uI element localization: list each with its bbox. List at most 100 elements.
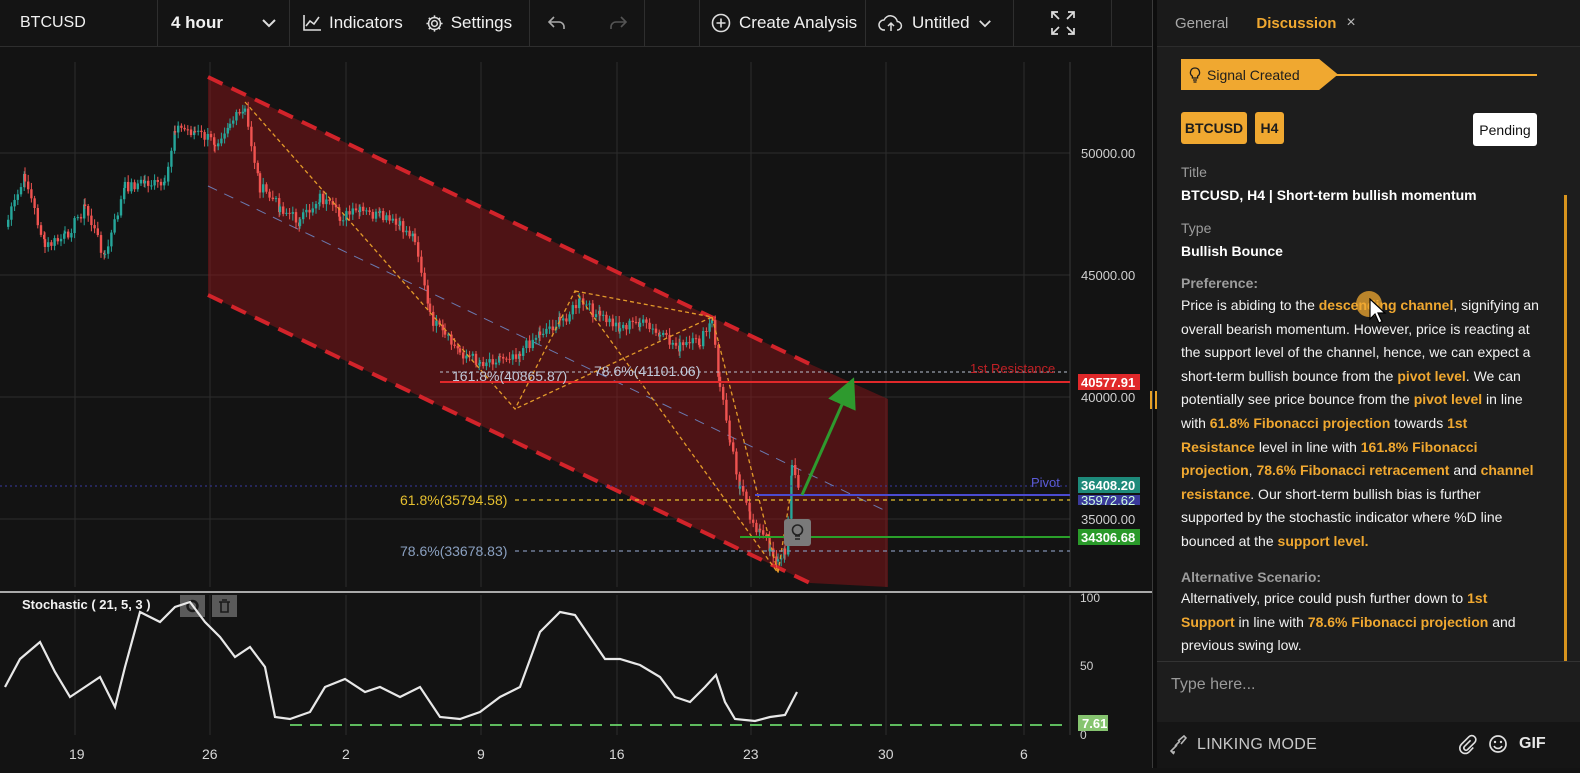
message-input[interactable] bbox=[1169, 670, 1553, 700]
content-scrollbar[interactable] bbox=[1564, 195, 1567, 661]
candle-body bbox=[348, 211, 351, 215]
candle-body bbox=[123, 181, 127, 189]
candle-body bbox=[241, 111, 244, 114]
candle-body bbox=[19, 187, 23, 195]
signal-marker[interactable] bbox=[784, 519, 811, 546]
candle-body bbox=[742, 485, 745, 492]
candle-body bbox=[150, 185, 153, 187]
candle-body bbox=[130, 182, 133, 192]
candle-body bbox=[428, 303, 432, 312]
candle-body bbox=[694, 338, 698, 340]
discussion-content[interactable]: Signal Created BTCUSD H4 Pending Title B… bbox=[1157, 47, 1568, 661]
candle-body bbox=[762, 530, 765, 535]
candle-body bbox=[776, 559, 780, 562]
price-chart[interactable]: 161.8%(40865.87) 78.6%(41101.06) 61.8%(3… bbox=[0, 47, 1152, 768]
candle-body bbox=[33, 198, 36, 209]
candle-body bbox=[642, 319, 645, 323]
paperclip-icon[interactable] bbox=[1458, 734, 1478, 756]
pivot-label: Pivot bbox=[1031, 475, 1060, 490]
stochastic-tick: 100 bbox=[1080, 591, 1100, 605]
candle-body bbox=[518, 353, 522, 356]
candle-body bbox=[545, 328, 548, 334]
candle-body bbox=[382, 211, 385, 221]
gif-button[interactable]: GIF bbox=[1519, 735, 1546, 753]
fib-161-label: 161.8%(40865.87) bbox=[452, 368, 567, 384]
discussion-panel: General Discussion × Signal Created BTCU… bbox=[1157, 0, 1580, 768]
candle-body bbox=[79, 217, 83, 219]
close-icon[interactable]: × bbox=[1346, 14, 1355, 32]
candle-body bbox=[7, 219, 10, 227]
settings-button[interactable]: Settings bbox=[425, 13, 512, 33]
resize-handle-icon[interactable] bbox=[1150, 391, 1157, 409]
candle-body bbox=[478, 361, 482, 364]
candle-body bbox=[39, 225, 43, 235]
untitled-layout-dropdown[interactable]: Untitled bbox=[866, 0, 1014, 46]
signal-banner-line bbox=[1327, 74, 1537, 76]
candle-body bbox=[602, 314, 605, 316]
candle-body bbox=[662, 332, 665, 335]
alternative-scenario-label: Alternative Scenario: bbox=[1181, 569, 1322, 585]
candle-body bbox=[177, 125, 180, 133]
candle-body bbox=[634, 321, 638, 323]
candle-body bbox=[625, 324, 628, 330]
candle-body bbox=[611, 318, 614, 327]
candle-body bbox=[722, 386, 725, 400]
stochastic-delete-button[interactable] bbox=[212, 595, 237, 617]
candle-body bbox=[133, 182, 136, 190]
tab-general[interactable]: General bbox=[1175, 15, 1228, 32]
toolbar-spacer bbox=[645, 0, 700, 46]
undo-icon[interactable] bbox=[547, 15, 567, 31]
timeframe-selector[interactable]: 4 hour bbox=[158, 0, 290, 46]
symbol-selector[interactable]: BTCUSD bbox=[0, 0, 158, 46]
indicators-button[interactable]: Indicators bbox=[302, 13, 417, 33]
candle-body bbox=[588, 303, 591, 305]
undo-redo-group bbox=[530, 0, 645, 46]
indicators-label: Indicators bbox=[329, 13, 403, 32]
candle-body bbox=[658, 334, 662, 337]
linking-mode-toggle[interactable]: LINKING MODE bbox=[1169, 734, 1317, 756]
candle-body bbox=[474, 353, 478, 365]
candle-body bbox=[298, 219, 302, 227]
tab-discussion[interactable]: Discussion × bbox=[1256, 14, 1355, 32]
resistance-label: 1st Resistance bbox=[970, 361, 1055, 376]
candle-body bbox=[534, 337, 538, 340]
candle-body bbox=[391, 218, 394, 221]
candle-body bbox=[614, 322, 618, 327]
timeframe-label: 4 hour bbox=[171, 13, 223, 32]
fullscreen-icon bbox=[1050, 11, 1075, 35]
highlighted-term: pivot level bbox=[1413, 391, 1483, 408]
date-tick: 23 bbox=[743, 746, 759, 762]
candle-body bbox=[374, 211, 378, 219]
redo-icon[interactable] bbox=[608, 15, 628, 31]
candle-body bbox=[420, 256, 423, 273]
candle-body bbox=[797, 475, 800, 488]
candle-body bbox=[110, 232, 113, 247]
candle-body bbox=[790, 465, 794, 476]
candle-body bbox=[678, 342, 682, 352]
candle-body bbox=[163, 181, 167, 183]
line-chart-icon bbox=[303, 15, 321, 31]
candle-body bbox=[408, 230, 411, 237]
candle-body bbox=[648, 322, 651, 330]
candle-body bbox=[562, 318, 565, 321]
create-analysis-button[interactable]: Create Analysis bbox=[700, 0, 866, 46]
candle-body bbox=[153, 180, 156, 186]
candle-body bbox=[531, 339, 534, 349]
candle-body bbox=[180, 125, 183, 128]
candle-body bbox=[371, 211, 374, 219]
candle-body bbox=[485, 362, 488, 367]
price-tick: 45000.00 bbox=[1081, 268, 1135, 283]
chart-toolbar: BTCUSD 4 hour Indicators Settings Create… bbox=[0, 0, 1152, 47]
fullscreen-button[interactable] bbox=[1014, 0, 1112, 46]
candle-body bbox=[220, 138, 223, 144]
candle-body bbox=[665, 332, 668, 335]
candle-body bbox=[67, 231, 70, 238]
candle-body bbox=[505, 358, 508, 360]
candle-body bbox=[645, 319, 648, 323]
candle-body bbox=[705, 331, 708, 333]
candle-body bbox=[243, 108, 247, 112]
candle-body bbox=[30, 189, 33, 199]
smile-icon[interactable] bbox=[1488, 734, 1508, 754]
paragraph-text: in line with bbox=[1234, 613, 1308, 630]
candle-body bbox=[83, 204, 87, 207]
